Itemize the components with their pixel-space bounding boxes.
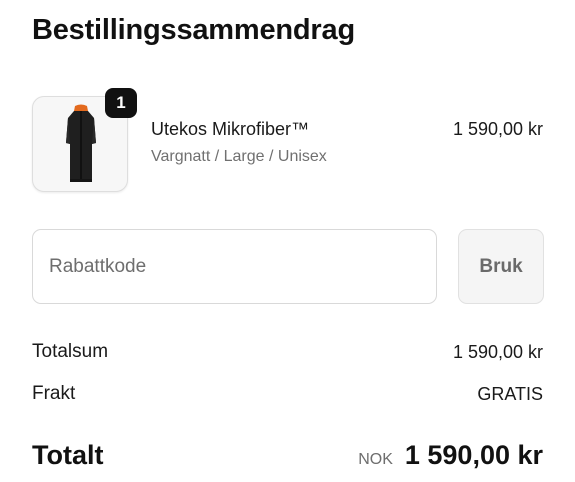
total-amount: NOK 1 590,00 kr	[358, 440, 543, 471]
subtotal-value: 1 590,00 kr	[452, 342, 543, 362]
total-label: Totalt	[32, 440, 104, 470]
quantity-badge: 1	[105, 88, 137, 118]
currency-code: NOK	[358, 451, 393, 468]
shipping-value: GRATIS	[477, 384, 543, 404]
discount-code-input[interactable]	[32, 229, 437, 304]
product-name: Utekos Mikrofiber™	[151, 119, 310, 139]
shipping-label: Frakt	[32, 383, 76, 404]
product-price: 1 590,00 kr	[452, 119, 543, 139]
jacket-product-image-icon	[66, 104, 96, 182]
total-value: 1 590,00 kr	[404, 440, 543, 470]
product-variant: Vargnatt / Large / Unisex	[151, 148, 327, 165]
order-summary-title: Bestillingssammendrag	[32, 14, 355, 46]
subtotal-label: Totalsum	[32, 341, 109, 362]
apply-discount-button[interactable]: Bruk	[458, 229, 544, 304]
